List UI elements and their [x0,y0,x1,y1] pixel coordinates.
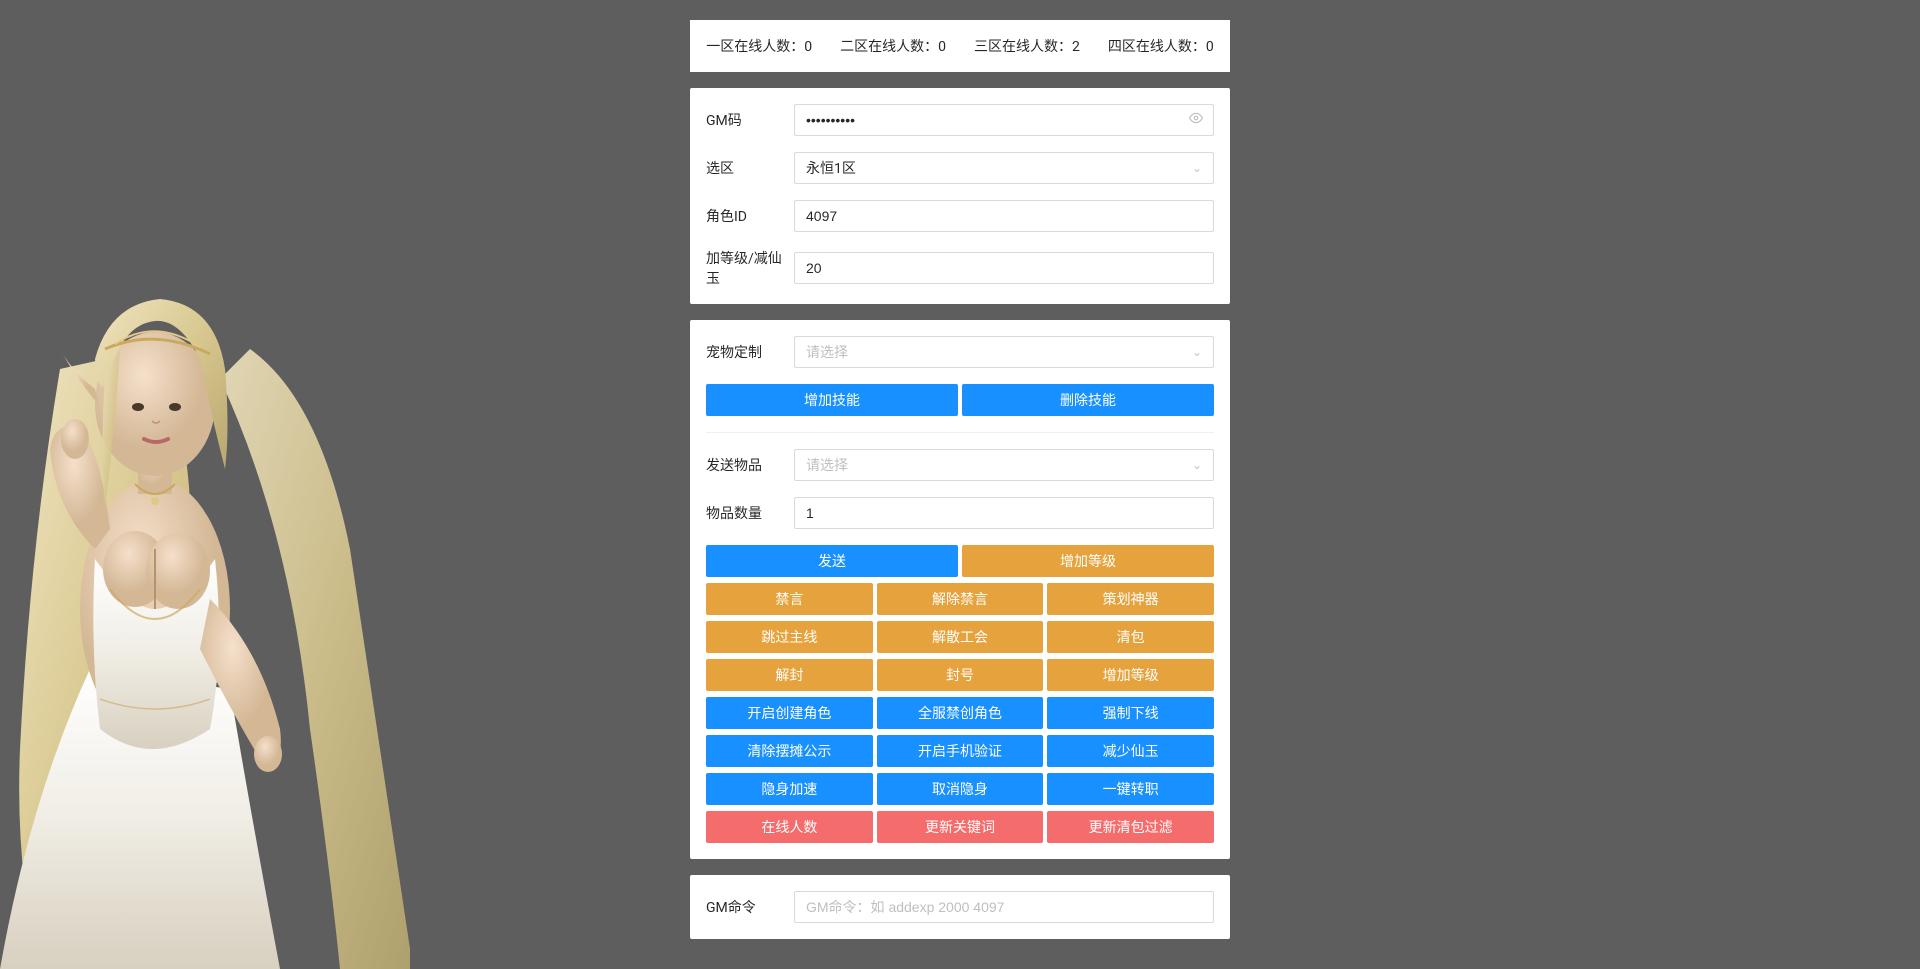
unban-button[interactable]: 解封 [706,659,873,691]
online-status-bar: 一区在线人数：0 二区在线人数：0 三区在线人数：2 四区在线人数：0 [690,20,1230,72]
level-input[interactable] [794,252,1214,284]
remove-skill-button[interactable]: 删除技能 [962,384,1214,416]
gm-cmd-input[interactable] [794,891,1214,923]
zone-label: 选区 [706,158,794,178]
add-skill-button[interactable]: 增加技能 [706,384,958,416]
disband-guild-button[interactable]: 解散工会 [877,621,1044,653]
ban-button[interactable]: 封号 [877,659,1044,691]
item-qty-label: 物品数量 [706,503,794,523]
gm-cmd-form: GM命令 [690,875,1230,939]
level-label: 加等级/减仙玉 [706,248,794,288]
cancel-stealth-button[interactable]: 取消隐身 [877,773,1044,805]
add-level-button[interactable]: 增加等级 [962,545,1214,577]
pet-form: 宠物定制 请选择 ⌄ 增加技能 删除技能 发送物品 请选择 ⌄ 物品数量 [690,320,1230,859]
planner-artifact-button[interactable]: 策划神器 [1047,583,1214,615]
pet-select[interactable]: 请选择 ⌄ [794,336,1214,368]
eye-icon[interactable] [1189,111,1203,129]
character-illustration [0,249,410,969]
mute-button[interactable]: 禁言 [706,583,873,615]
clear-bag-button[interactable]: 清包 [1047,621,1214,653]
enable-create-role-button[interactable]: 开启创建角色 [706,697,873,729]
enable-phone-verify-button[interactable]: 开启手机验证 [877,735,1044,767]
force-offline-button[interactable]: 强制下线 [1047,697,1214,729]
unmute-button[interactable]: 解除禁言 [877,583,1044,615]
skip-main-button[interactable]: 跳过主线 [706,621,873,653]
role-id-input[interactable] [794,200,1214,232]
send-item-select[interactable]: 请选择 ⌄ [794,449,1214,481]
send-button[interactable]: 发送 [706,545,958,577]
zone-select[interactable]: 永恒1区 ⌄ [794,152,1214,184]
send-item-label: 发送物品 [706,455,794,475]
clear-stall-notice-button[interactable]: 清除摆摊公示 [706,735,873,767]
main-panel: 一区在线人数：0 二区在线人数：0 三区在线人数：2 四区在线人数：0 GM码 … [690,0,1230,939]
pet-custom-label: 宠物定制 [706,342,794,362]
disable-create-role-button[interactable]: 全服禁创角色 [877,697,1044,729]
item-qty-input[interactable] [794,497,1214,529]
update-clearbag-filter-button[interactable]: 更新清包过滤 [1047,811,1214,843]
job-change-button[interactable]: 一键转职 [1047,773,1214,805]
online-count-button[interactable]: 在线人数 [706,811,873,843]
basic-form: GM码 选区 永恒1区 ⌄ 角色ID 加等级/减仙 [690,88,1230,304]
stealth-speed-button[interactable]: 隐身加速 [706,773,873,805]
chevron-down-icon: ⌄ [1192,458,1202,472]
status-text: 一区在线人数：0 二区在线人数：0 三区在线人数：2 四区在线人数：0 [706,39,1213,55]
divider [706,432,1214,433]
chevron-down-icon: ⌄ [1192,345,1202,359]
gm-code-label: GM码 [706,110,794,130]
role-id-label: 角色ID [706,206,794,226]
update-keywords-button[interactable]: 更新关键词 [877,811,1044,843]
reduce-jade-button[interactable]: 减少仙玉 [1047,735,1214,767]
gm-cmd-label: GM命令 [706,897,794,917]
add-level-2-button[interactable]: 增加等级 [1047,659,1214,691]
gm-code-input[interactable] [794,104,1214,136]
chevron-down-icon: ⌄ [1192,161,1202,175]
